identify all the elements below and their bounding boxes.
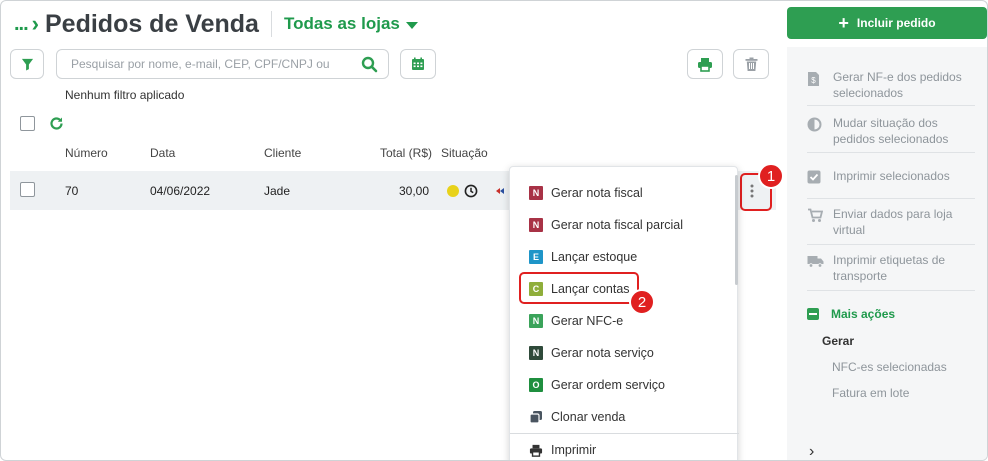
trash-icon bbox=[745, 57, 757, 71]
panel-item-mudar-situacao[interactable]: Mudar situação dos pedidos selecionados bbox=[807, 115, 977, 147]
plus-icon: + bbox=[838, 12, 849, 33]
cell-number: 70 bbox=[65, 184, 79, 198]
filter-button[interactable] bbox=[10, 49, 44, 79]
col-header-date[interactable]: Data bbox=[150, 146, 175, 160]
menu-divider bbox=[510, 433, 739, 434]
cell-date: 04/06/2022 bbox=[150, 184, 211, 198]
panel-item-label: Mudar situação dos pedidos selecionados bbox=[833, 116, 949, 146]
step-marker-2: 2 bbox=[629, 289, 655, 315]
menu-item-gerar-ordem-servico[interactable]: O Gerar ordem serviço bbox=[529, 375, 665, 395]
svg-text:$: $ bbox=[811, 76, 816, 85]
menu-item-label: Gerar nota fiscal bbox=[551, 186, 643, 200]
panel-item-label: Enviar dados para loja virtual bbox=[833, 207, 953, 237]
select-all-checkbox[interactable] bbox=[20, 116, 35, 131]
add-order-button[interactable]: + Incluir pedido bbox=[787, 7, 987, 39]
panel-divider bbox=[807, 152, 975, 153]
panel-divider bbox=[807, 105, 975, 106]
panel-item-imprimir-etiquetas[interactable]: Imprimir etiquetas de transporte bbox=[807, 252, 977, 284]
menu-item-gerar-nfce[interactable]: N Gerar NFC-e bbox=[529, 311, 623, 331]
filter-icon bbox=[21, 58, 33, 71]
menu-item-gerar-nota-fiscal-parcial[interactable]: N Gerar nota fiscal parcial bbox=[529, 215, 683, 235]
menu-item-lancar-estoque[interactable]: E Lançar estoque bbox=[529, 247, 637, 267]
menu-item-label: Gerar nota serviço bbox=[551, 346, 654, 360]
panel-item-label: Gerar NF-e dos pedidos selecionados bbox=[833, 70, 962, 100]
menu-item-label: Gerar NFC-e bbox=[551, 314, 624, 328]
col-header-status[interactable]: Situação bbox=[441, 146, 488, 160]
search-input[interactable] bbox=[71, 57, 356, 71]
breadcrumb-ellipsis[interactable]: ... bbox=[14, 13, 29, 36]
menu-item-label: Gerar nota fiscal parcial bbox=[551, 218, 684, 232]
store-selector[interactable]: Todas as lojas bbox=[284, 14, 400, 34]
printer-icon bbox=[529, 444, 543, 457]
caret-down-icon[interactable] bbox=[405, 21, 418, 29]
cell-client: Jade bbox=[264, 184, 291, 198]
page-header: ... › Pedidos de Venda Todas as lojas bbox=[14, 9, 418, 39]
checkbox-icon bbox=[807, 170, 821, 184]
search-field[interactable] bbox=[56, 49, 389, 79]
panel-subitem-nfce-selecionadas[interactable]: NFC-es selecionadas bbox=[832, 360, 947, 374]
menu-item-gerar-nota-fiscal[interactable]: N Gerar nota fiscal bbox=[529, 183, 643, 203]
panel-subitem-fatura-em-lote[interactable]: Fatura em lote bbox=[832, 386, 909, 400]
col-header-client[interactable]: Cliente bbox=[264, 146, 301, 160]
panel-divider bbox=[807, 198, 975, 199]
panel-item-gerar-nfe[interactable]: $ Gerar NF-e dos pedidos selecionados bbox=[807, 69, 977, 101]
menu-scrollbar[interactable] bbox=[735, 175, 738, 285]
cell-total: 30,00 bbox=[399, 184, 430, 198]
refresh-icon[interactable] bbox=[49, 116, 64, 131]
panel-divider bbox=[807, 244, 975, 245]
menu-item-imprimir[interactable]: Imprimir bbox=[529, 440, 596, 460]
col-header-total[interactable]: Total (R$) bbox=[380, 146, 432, 160]
more-actions-label: Mais ações bbox=[831, 307, 896, 321]
filter-status: Nenhum filtro aplicado bbox=[65, 88, 185, 102]
add-order-label: Incluir pedido bbox=[856, 16, 936, 30]
print-button[interactable] bbox=[687, 49, 723, 79]
more-actions-toggle[interactable]: Mais ações bbox=[807, 307, 895, 321]
date-filter-button[interactable] bbox=[400, 49, 436, 79]
highlight-lancar-contas bbox=[519, 272, 639, 304]
calendar-icon bbox=[412, 57, 424, 70]
marketplace-icon bbox=[496, 188, 504, 194]
panel-item-label: Imprimir etiquetas de transporte bbox=[833, 253, 946, 283]
panel-item-enviar-loja[interactable]: Enviar dados para loja virtual bbox=[807, 206, 977, 238]
printer-icon bbox=[698, 57, 712, 72]
half-circle-icon bbox=[807, 117, 822, 132]
page-title: Pedidos de Venda bbox=[45, 9, 259, 38]
side-panel: $ Gerar NF-e dos pedidos selecionados Mu… bbox=[787, 47, 987, 460]
delete-button[interactable] bbox=[733, 49, 769, 79]
invoice-icon: $ bbox=[808, 72, 819, 86]
status-dot-icon bbox=[447, 185, 459, 197]
app-window: ... › Pedidos de Venda Todas as lojas + … bbox=[0, 0, 988, 461]
truck-icon bbox=[807, 256, 824, 268]
n-badge-icon: N bbox=[529, 314, 543, 328]
chevron-right-icon[interactable]: › bbox=[809, 443, 814, 460]
search-icon[interactable] bbox=[361, 56, 378, 73]
panel-divider bbox=[807, 290, 975, 291]
col-header-number[interactable]: Número bbox=[65, 146, 108, 160]
menu-item-gerar-nota-servico[interactable]: N Gerar nota serviço bbox=[529, 343, 654, 363]
chevron-right-icon: › bbox=[31, 11, 39, 36]
n-badge-icon: N bbox=[529, 186, 543, 200]
step-marker-1: 1 bbox=[758, 163, 784, 189]
row-context-menu: N Gerar nota fiscal N Gerar nota fiscal … bbox=[509, 166, 739, 460]
panel-item-label: Imprimir selecionados bbox=[833, 169, 950, 183]
copy-icon bbox=[529, 411, 542, 424]
collapse-icon bbox=[807, 308, 819, 320]
menu-item-label: Clonar venda bbox=[551, 410, 626, 424]
n-badge-icon: N bbox=[529, 218, 543, 232]
menu-item-label: Lançar estoque bbox=[551, 250, 638, 264]
cart-icon bbox=[808, 208, 824, 222]
menu-item-clonar-venda[interactable]: Clonar venda bbox=[529, 407, 625, 427]
menu-item-label: Gerar ordem serviço bbox=[551, 378, 665, 392]
header-divider bbox=[270, 11, 272, 37]
o-badge-icon: O bbox=[529, 378, 543, 392]
section-gerar-title: Gerar bbox=[822, 334, 855, 348]
menu-item-label: Imprimir bbox=[551, 443, 597, 457]
panel-item-imprimir-selecionados[interactable]: Imprimir selecionados bbox=[807, 168, 977, 188]
e-badge-icon: E bbox=[529, 250, 543, 264]
row-checkbox[interactable] bbox=[20, 182, 35, 197]
clock-icon bbox=[464, 184, 478, 198]
n-badge-icon: N bbox=[529, 346, 543, 360]
